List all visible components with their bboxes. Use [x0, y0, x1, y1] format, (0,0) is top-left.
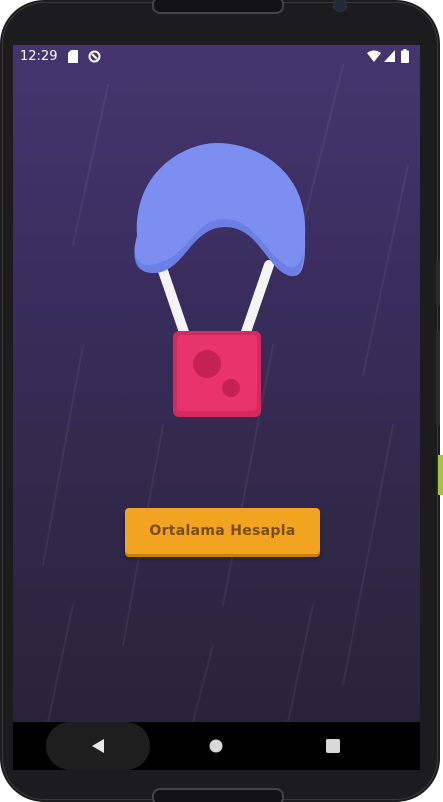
parachute-canopy	[134, 143, 306, 277]
navigation-bar	[13, 722, 420, 770]
top-speaker-grille	[152, 0, 284, 14]
side-accent-bar	[438, 455, 443, 495]
volume-up-side-button	[436, 260, 440, 306]
phone-frame: 12:29 Ortalama Hesapla	[0, 0, 440, 802]
crate	[173, 331, 261, 417]
recents-icon[interactable]	[323, 736, 343, 756]
parachute-illustration	[134, 143, 306, 417]
back-icon[interactable]	[88, 736, 108, 756]
app-screen: 12:29 Ortalama Hesapla	[13, 45, 420, 722]
parachute-strings	[156, 260, 274, 340]
status-bar: 12:29	[13, 45, 420, 69]
cell-signal-icon	[384, 50, 395, 62]
data-saver-icon	[88, 50, 101, 63]
volume-side-button	[436, 330, 440, 426]
back-button-pill[interactable]	[46, 722, 150, 770]
wifi-icon	[367, 50, 381, 62]
status-time: 12:29	[20, 49, 58, 64]
sd-card-icon	[68, 50, 78, 63]
battery-icon	[401, 49, 409, 63]
calculate-average-button[interactable]: Ortalama Hesapla	[125, 508, 320, 554]
bottom-speaker-grille	[152, 788, 284, 802]
home-icon[interactable]	[206, 736, 226, 756]
